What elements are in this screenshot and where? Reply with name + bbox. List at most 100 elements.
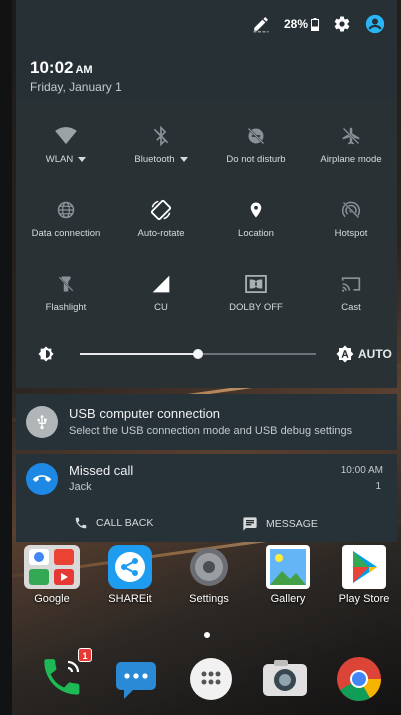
tile-label: Auto-rotate <box>137 228 185 239</box>
missed-call-icon <box>26 463 58 495</box>
message-icon <box>243 517 257 531</box>
tile-dolby[interactable]: DOLBY OFF <box>211 270 301 313</box>
app-label: Settings <box>189 593 229 605</box>
tile-location[interactable]: Location <box>211 196 301 239</box>
app-label: Gallery <box>270 593 306 605</box>
globe-icon <box>57 201 75 219</box>
phone-app-icon[interactable]: 1 <box>38 648 92 704</box>
missed-call-notification[interactable]: Missed call Jack 10:00 AM 1 CALL BACK ME… <box>16 454 397 542</box>
tile-label: Flashlight <box>45 302 87 313</box>
tile-hotspot[interactable]: Hotspot <box>306 196 396 239</box>
app-google[interactable]: Google <box>17 545 87 605</box>
gallery-icon <box>260 545 316 589</box>
battery-percent: 28% <box>283 17 308 31</box>
location-icon <box>250 202 262 218</box>
brightness-slider-fill <box>80 353 198 355</box>
shade-header: 28% 10:02 AM Friday, January 1 <box>16 0 397 100</box>
settings-app-icon <box>181 545 237 589</box>
phone-icon <box>75 517 87 529</box>
tile-label: DOLBY OFF <box>229 302 283 313</box>
app-shareit[interactable]: SHAREit <box>95 545 165 605</box>
tile-data-connection[interactable]: Data connection <box>21 196 111 239</box>
usb-notification[interactable]: USB computer connection Select the USB c… <box>16 394 397 450</box>
app-drawer-icon[interactable] <box>186 654 236 704</box>
tile-label: Do not disturb <box>226 154 286 165</box>
app-settings[interactable]: Settings <box>174 545 244 605</box>
play-store-icon <box>336 545 392 589</box>
usb-icon <box>26 406 58 438</box>
tile-label: Cast <box>341 302 361 313</box>
notification-shade: 28% 10:02 AM Friday, January 1 WLAN Blue… <box>16 0 397 388</box>
tile-label: CU <box>154 302 168 313</box>
message-label: MESSAGE <box>266 518 318 530</box>
settings-gear-icon[interactable] <box>333 15 351 33</box>
clock-time: 10:02 <box>30 58 74 77</box>
tile-airplane-mode[interactable]: Airplane mode <box>306 122 396 165</box>
tile-label: Location <box>238 228 274 239</box>
dock: 1 <box>12 648 401 712</box>
tile-flashlight[interactable]: Flashlight <box>21 270 111 313</box>
dolby-icon <box>245 275 267 293</box>
tile-label: Bluetooth <box>134 154 175 165</box>
tile-do-not-disturb[interactable]: Do not disturb <box>211 122 301 165</box>
do-not-disturb-off-icon <box>247 127 265 145</box>
shareit-icon <box>102 545 158 589</box>
edit-tiles-icon[interactable] <box>252 15 270 33</box>
tile-bluetooth[interactable]: Bluetooth <box>116 122 206 165</box>
brightness-row: AUTO <box>16 338 397 370</box>
airplane-off-icon <box>342 127 360 145</box>
auto-brightness-icon[interactable] <box>336 345 354 368</box>
tile-cu-signal[interactable]: CU <box>116 270 206 313</box>
missed-call-title: Missed call <box>69 463 134 478</box>
home-app-row: Google SHAREit Settings Gallery Play Sto… <box>12 545 401 615</box>
usb-notification-title: USB computer connection <box>69 406 221 421</box>
status-area: 28% <box>252 14 385 34</box>
chrome-app-icon[interactable] <box>334 654 384 704</box>
app-label: Google <box>34 593 70 605</box>
phone-badge: 1 <box>78 648 92 662</box>
clock-ampm: AM <box>75 64 93 76</box>
camera-app-icon[interactable] <box>260 654 310 704</box>
auto-brightness-label[interactable]: AUTO <box>358 347 392 361</box>
brightness-icon <box>38 346 54 367</box>
missed-call-time: 10:00 AM <box>340 465 383 476</box>
tile-cast[interactable]: Cast <box>306 270 396 313</box>
app-label: SHAREit <box>108 593 152 605</box>
message-button[interactable]: MESSAGE <box>242 516 318 532</box>
tile-wlan[interactable]: WLAN <box>21 122 111 165</box>
battery-status: 28% <box>284 17 319 31</box>
call-back-label: CALL BACK <box>96 517 154 529</box>
missed-call-caller: Jack <box>69 481 92 493</box>
app-label: Play Store <box>338 593 390 605</box>
battery-icon <box>311 17 319 31</box>
google-folder-icon <box>24 545 80 589</box>
missed-call-count: 1 <box>375 481 381 492</box>
hotspot-off-icon <box>341 201 361 219</box>
cast-icon <box>341 277 361 292</box>
call-back-button[interactable]: CALL BACK <box>74 516 153 530</box>
bluetooth-off-icon <box>153 126 169 146</box>
page-indicator-dot <box>204 632 210 638</box>
tile-label: Data connection <box>31 228 101 239</box>
quick-settings-grid: WLAN Bluetooth Do not disturb Airplane m… <box>16 100 397 330</box>
tile-auto-rotate[interactable]: Auto-rotate <box>116 196 206 239</box>
messages-app-icon[interactable] <box>112 654 162 704</box>
chevron-down-icon[interactable] <box>78 156 87 162</box>
brightness-slider-thumb[interactable] <box>193 349 203 359</box>
brightness-slider[interactable] <box>80 349 316 359</box>
usb-notification-text: Select the USB connection mode and USB d… <box>69 425 353 437</box>
clock: 10:02 AM <box>30 58 93 78</box>
flashlight-off-icon <box>58 276 74 292</box>
wifi-icon <box>55 127 77 145</box>
tile-label: Hotspot <box>334 228 368 239</box>
tile-label: WLAN <box>45 154 74 165</box>
phone-screen: 28% 10:02 AM Friday, January 1 WLAN Blue… <box>12 0 401 715</box>
signal-icon <box>152 275 170 293</box>
date-label: Friday, January 1 <box>30 80 122 94</box>
app-gallery[interactable]: Gallery <box>253 545 323 605</box>
tile-label: Airplane mode <box>320 154 382 165</box>
app-play-store[interactable]: Play Store <box>329 545 399 605</box>
auto-rotate-icon <box>150 199 172 221</box>
chevron-down-icon[interactable] <box>179 156 188 162</box>
user-account-icon[interactable] <box>365 14 385 34</box>
